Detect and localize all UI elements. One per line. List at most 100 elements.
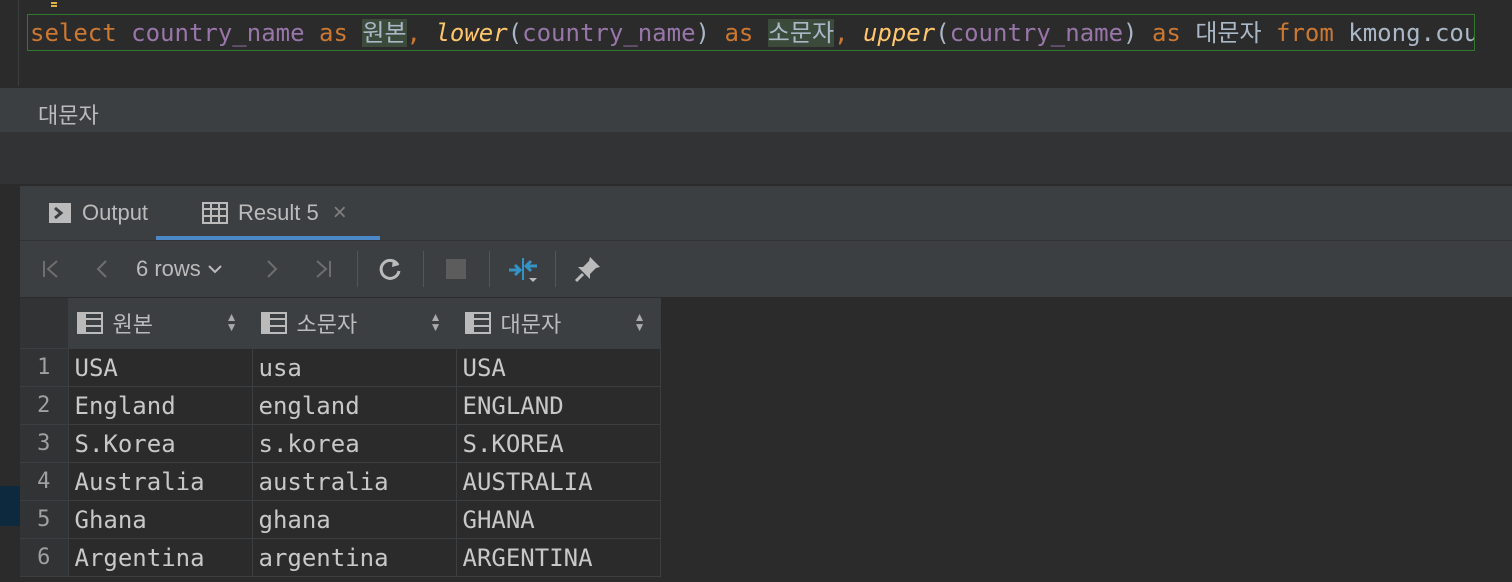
row-number[interactable]: 3 xyxy=(20,424,69,463)
table-cell[interactable]: argentina xyxy=(252,538,457,577)
grid-header-row: 원본 ▲ ▼ 소문자 ▲ ▼ 대문자 ▲ ▼ xyxy=(20,298,661,349)
rows-count-label: 6 rows xyxy=(136,256,201,281)
table-icon xyxy=(202,202,228,224)
table-cell[interactable]: GHANA xyxy=(456,500,661,539)
panel-separator xyxy=(0,132,1512,184)
query-token: ( xyxy=(935,19,950,47)
results-tabbar: Output Result 5 × xyxy=(20,186,1512,241)
query-token: 원본 xyxy=(362,19,407,47)
sql-editor[interactable]: select country_name as 원본, lower(country… xyxy=(0,0,1512,86)
prev-page-icon[interactable] xyxy=(88,241,118,297)
table-cell[interactable]: ghana xyxy=(252,500,457,539)
table-cell[interactable]: Ghana xyxy=(68,500,253,539)
toolbar-separator xyxy=(357,251,358,287)
compare-icon[interactable] xyxy=(504,241,544,297)
query-token: ) xyxy=(1123,19,1138,47)
column-header-original[interactable]: 원본 ▲ ▼ xyxy=(68,298,253,349)
row-number[interactable]: 4 xyxy=(20,462,69,501)
table-cell[interactable]: S.Korea xyxy=(68,424,253,463)
chevron-down-icon xyxy=(208,265,222,274)
sort-icon[interactable]: ▲ ▼ xyxy=(430,311,442,333)
query-token xyxy=(1334,19,1348,47)
table-row[interactable]: 4 Australia australia AUSTRALIA xyxy=(20,462,661,501)
query-token: 대문자 xyxy=(1195,19,1262,47)
tab-output[interactable]: Output xyxy=(48,186,148,240)
query-line[interactable]: select country_name as 원본, lower(country… xyxy=(27,14,1475,51)
table-cell[interactable]: usa xyxy=(252,348,457,387)
table-row[interactable]: 1 USA usa USA xyxy=(20,348,661,387)
query-token: lower xyxy=(435,19,508,47)
tab-result-label: Result 5 xyxy=(238,200,319,225)
active-tab-indicator xyxy=(156,236,380,240)
toolbar-separator xyxy=(489,251,490,287)
results-grid[interactable]: 원본 ▲ ▼ 소문자 ▲ ▼ 대문자 ▲ ▼ 1 USA usa USA 2 E… xyxy=(20,298,661,577)
query-token: upper xyxy=(862,19,936,47)
sort-icon[interactable]: ▲ ▼ xyxy=(226,311,238,333)
query-token: ( xyxy=(507,19,523,47)
query-token: as xyxy=(319,19,348,47)
table-cell[interactable]: USA xyxy=(456,348,661,387)
query-token: country_name xyxy=(131,19,305,47)
row-number[interactable]: 5 xyxy=(20,500,69,539)
column-icon xyxy=(260,312,287,334)
next-page-icon[interactable] xyxy=(256,241,286,297)
column-header-lowercase[interactable]: 소문자 ▲ ▼ xyxy=(252,298,457,349)
query-token: country_name xyxy=(522,19,696,47)
table-cell[interactable]: australia xyxy=(252,462,457,501)
editor-gutter xyxy=(18,0,19,86)
column-header-uppercase[interactable]: 대문자 ▲ ▼ xyxy=(456,298,661,349)
table-cell[interactable]: ENGLAND xyxy=(456,386,661,425)
table-cell[interactable]: S.KOREA xyxy=(456,424,661,463)
query-token: , xyxy=(406,19,436,47)
tab-output-label: Output xyxy=(82,200,149,225)
table-row[interactable]: 6 Argentina argentina ARGENTINA xyxy=(20,538,661,577)
table-cell[interactable]: England xyxy=(68,386,253,425)
strip-selection xyxy=(0,486,20,526)
table-row[interactable]: 5 Ghana ghana GHANA xyxy=(20,500,661,539)
query-token xyxy=(753,19,767,47)
query-token: , xyxy=(834,19,863,47)
grid-corner[interactable] xyxy=(20,298,69,349)
query-token: ) xyxy=(695,19,710,47)
row-number[interactable]: 6 xyxy=(20,538,69,577)
left-strip xyxy=(0,186,20,582)
row-number[interactable]: 2 xyxy=(20,386,69,425)
stop-icon[interactable] xyxy=(438,241,474,297)
last-page-icon[interactable] xyxy=(308,241,338,297)
sort-icon[interactable]: ▲ ▼ xyxy=(634,311,646,333)
table-cell[interactable]: AUSTRALIA xyxy=(456,462,661,501)
column-icon xyxy=(464,312,491,334)
column-header-label: 소문자 xyxy=(296,312,358,337)
table-cell[interactable]: england xyxy=(252,386,457,425)
query-token: as xyxy=(724,19,754,47)
query-token: select xyxy=(30,19,117,47)
query-token: from xyxy=(1276,19,1334,47)
tab-result-5[interactable]: Result 5 × xyxy=(202,186,347,240)
table-row[interactable]: 3 S.Korea s.korea S.KOREA xyxy=(20,424,661,463)
query-token: kmong.country xyxy=(1348,19,1475,47)
hint-bar: 대문자 xyxy=(0,88,1512,132)
query-text: select country_name as 원본, lower(country… xyxy=(30,19,1475,47)
table-cell[interactable]: ARGENTINA xyxy=(456,538,661,577)
rows-dropdown[interactable]: 6 rows xyxy=(136,241,240,297)
row-number[interactable]: 1 xyxy=(20,348,69,387)
lightbulb-icon[interactable] xyxy=(46,0,62,8)
query-token xyxy=(710,19,724,47)
table-cell[interactable]: USA xyxy=(68,348,253,387)
first-page-icon[interactable] xyxy=(36,241,66,297)
toolbar-separator xyxy=(423,251,424,287)
toolbar-separator xyxy=(555,251,556,287)
table-row[interactable]: 2 England england ENGLAND xyxy=(20,386,661,425)
table-cell[interactable]: Argentina xyxy=(68,538,253,577)
table-cell[interactable]: s.korea xyxy=(252,424,457,463)
refresh-icon[interactable] xyxy=(372,241,408,297)
query-token: 소문자 xyxy=(767,19,835,47)
column-header-label: 대문자 xyxy=(500,312,562,337)
console-icon xyxy=(49,203,71,223)
query-token: as xyxy=(1151,19,1181,47)
query-token xyxy=(1138,19,1152,47)
pin-icon[interactable] xyxy=(570,241,606,297)
table-cell[interactable]: Australia xyxy=(68,462,253,501)
close-icon[interactable]: × xyxy=(333,199,347,227)
results-toolbar: 6 rows xyxy=(20,241,1512,298)
